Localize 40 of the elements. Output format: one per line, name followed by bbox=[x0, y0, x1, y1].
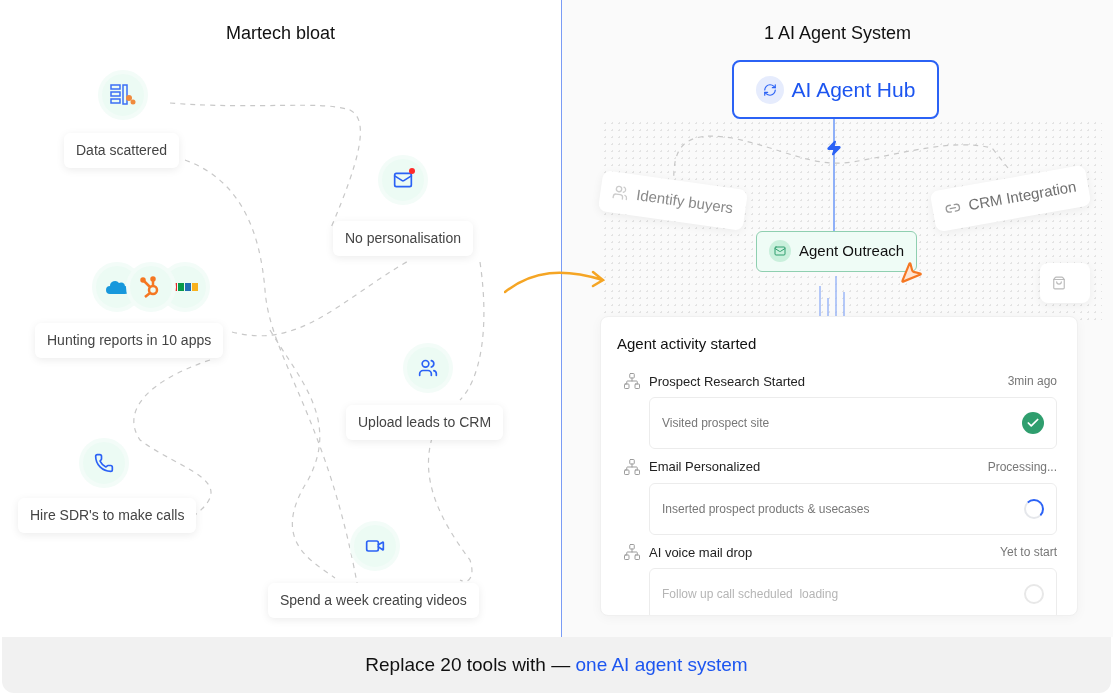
step-title: Email Personalized bbox=[649, 458, 762, 476]
node-label: Agent Outreach bbox=[799, 241, 905, 261]
hierarchy-icon bbox=[623, 543, 641, 562]
step-title: Prospect Research Started bbox=[649, 372, 807, 391]
cursor-icon bbox=[898, 260, 924, 286]
envelope-icon bbox=[393, 170, 413, 190]
list-chart-icon bbox=[110, 83, 136, 107]
check-icon bbox=[1022, 412, 1044, 434]
lightning-icon bbox=[826, 140, 842, 156]
people-icon bbox=[611, 183, 630, 202]
problem-label: Hire SDR's to make calls bbox=[18, 498, 197, 533]
footer-link[interactable]: one AI agent system bbox=[575, 650, 748, 680]
step-status: Processing... bbox=[987, 458, 1057, 476]
section-title: Martech bloat bbox=[224, 22, 337, 45]
hub-icon bbox=[755, 75, 784, 104]
step-title: AI voice mail drop bbox=[649, 543, 754, 562]
problem-label: Spend a week creating videos bbox=[268, 583, 479, 618]
step-detail: Inserted prospect products & usecases bbox=[662, 500, 870, 518]
problem-label: No personalisation bbox=[333, 221, 473, 256]
node-label: Identify buyers bbox=[634, 184, 735, 219]
node-label: CRM Integration bbox=[966, 176, 1079, 216]
phone-icon bbox=[94, 453, 114, 473]
activity-title: Agent activity started bbox=[617, 334, 758, 354]
step-detail: Follow up call scheduled loading bbox=[662, 586, 839, 603]
hierarchy-icon bbox=[623, 457, 641, 476]
footer-text: Replace 20 tools with — bbox=[365, 652, 572, 677]
spinner-icon bbox=[1024, 498, 1044, 519]
problem-label: Hunting reports in 10 apps bbox=[35, 323, 224, 358]
section-title: 1 AI Agent System bbox=[762, 22, 913, 45]
problem-label: Data scattered bbox=[64, 133, 180, 168]
step-detail: Visited prospect site bbox=[662, 415, 770, 432]
step-status: Yet to start bbox=[1000, 544, 1057, 562]
bag-icon bbox=[1052, 276, 1066, 290]
cloud-logo-icon bbox=[105, 279, 129, 295]
envelope-icon bbox=[769, 240, 791, 263]
hub-title: AI Agent Hub bbox=[791, 76, 916, 103]
problem-label: Upload leads to CRM bbox=[346, 405, 504, 440]
hierarchy-icon bbox=[623, 372, 641, 391]
people-icon bbox=[418, 358, 438, 378]
step-status: 3min ago bbox=[1007, 373, 1057, 391]
